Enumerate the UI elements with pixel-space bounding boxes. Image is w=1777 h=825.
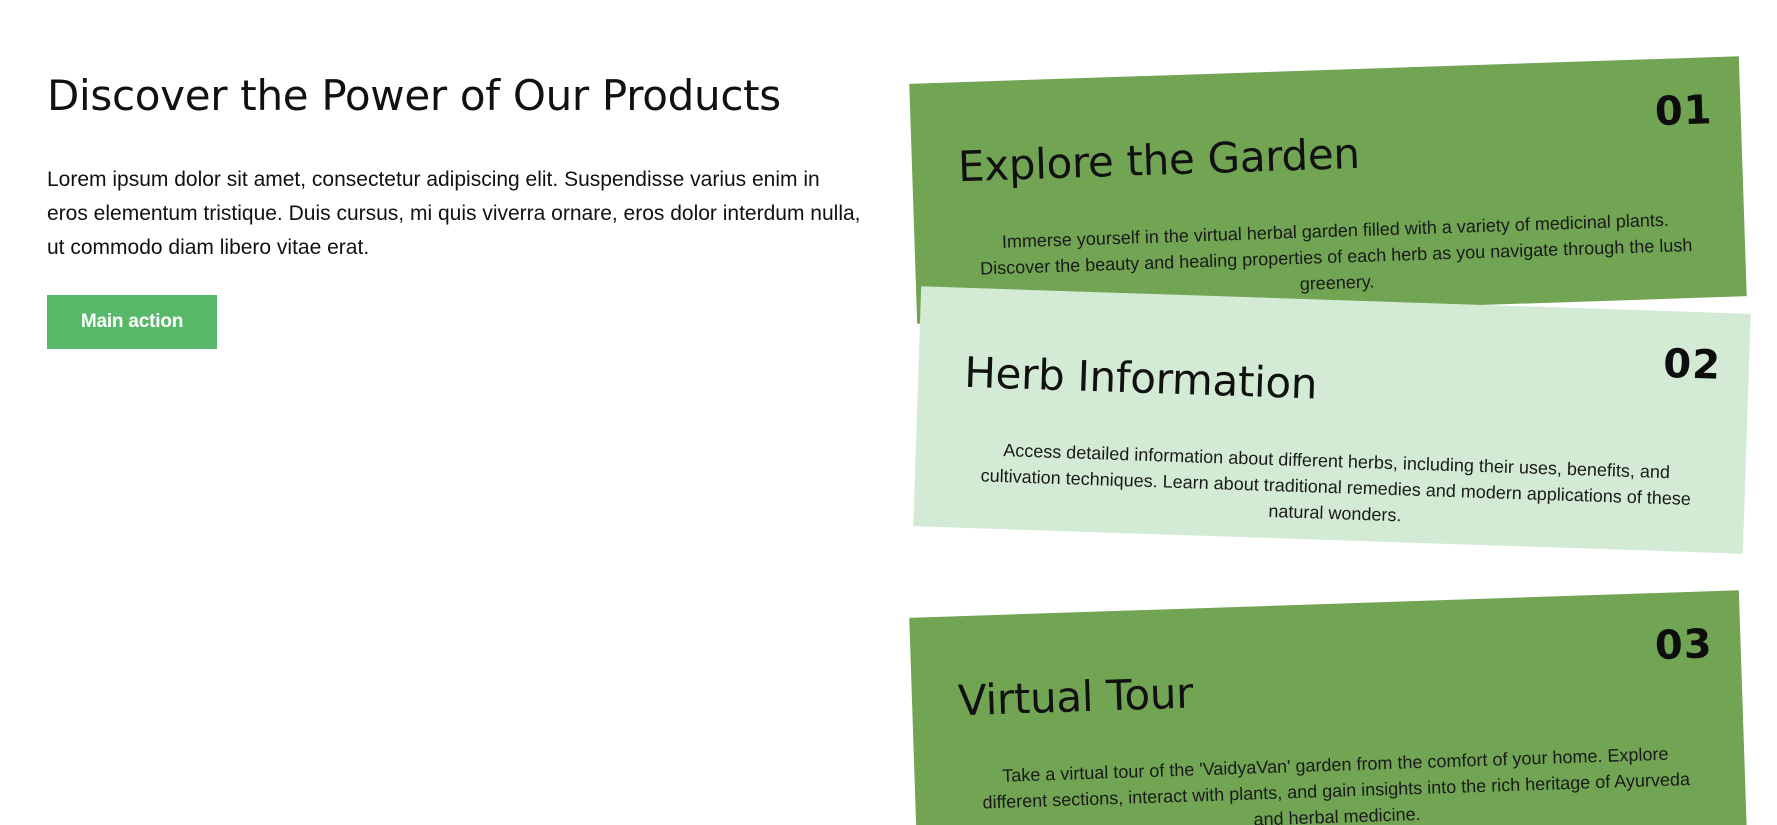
feature-card-herb-information: 02 Herb Information Access detailed info… bbox=[913, 286, 1751, 554]
hero-title: Discover the Power of Our Products bbox=[47, 71, 781, 120]
card-number: 03 bbox=[1654, 621, 1714, 670]
card-number: 01 bbox=[1654, 87, 1714, 136]
main-action-button[interactable]: Main action bbox=[47, 294, 217, 349]
card-number: 02 bbox=[1662, 340, 1722, 389]
page: Discover the Power of Our Products Lorem… bbox=[0, 0, 1777, 825]
card-title: Explore the Garden bbox=[957, 128, 1361, 192]
hero-description: Lorem ipsum dolor sit amet, consectetur … bbox=[47, 167, 861, 259]
hero-section: Discover the Power of Our Products Lorem… bbox=[47, 70, 867, 349]
card-text: Take a virtual tour of the 'VaidyaVan' g… bbox=[982, 744, 1691, 825]
card-text: Access detailed information about differ… bbox=[980, 440, 1692, 526]
feature-card-explore-garden: 01 Explore the Garden Immerse yourself i… bbox=[909, 56, 1747, 324]
card-title: Herb Information bbox=[963, 347, 1319, 409]
feature-card-virtual-tour: 03 Virtual Tour Take a virtual tour of t… bbox=[909, 590, 1747, 825]
card-title: Virtual Tour bbox=[957, 668, 1194, 726]
